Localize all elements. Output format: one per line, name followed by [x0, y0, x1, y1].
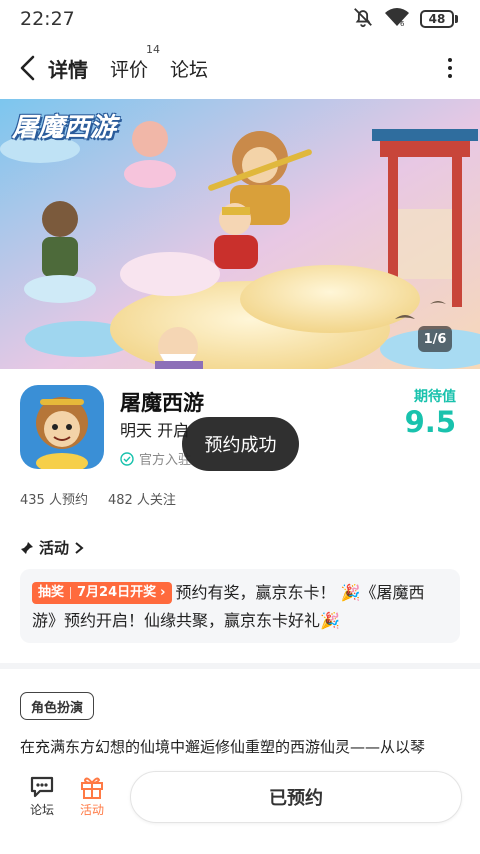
status-bar: 22:27 6 48 [0, 0, 480, 38]
bottom-forum-label: 论坛 [29, 803, 54, 817]
more-options-button[interactable] [438, 52, 462, 84]
expectation-value: 9.5 [404, 405, 456, 439]
tab-forum-label: 论坛 [170, 58, 209, 81]
banner-page-indicator: 1/6 [418, 326, 452, 352]
stats-row: 435 人预约 482 人关注 [20, 489, 176, 508]
status-time: 22:27 [20, 8, 75, 30]
genre-tag[interactable]: 角色扮演 [20, 692, 95, 720]
official-badge: 官方入驻 [120, 449, 191, 468]
tab-forum[interactable]: 论坛 [170, 55, 208, 82]
activity-header[interactable]: 活动 [20, 537, 84, 558]
expectation-score: 期待值 9.5 [405, 386, 456, 438]
expectation-label: 期待值 [414, 389, 456, 405]
tab-reviews[interactable]: 评价 14 [110, 43, 160, 82]
reservation-count: 435 人预约 [20, 493, 88, 508]
toast-message: 预约成功 [182, 417, 299, 471]
banner-carousel[interactable]: 屠魔西游 1/6 [0, 99, 480, 369]
svg-text:6: 6 [400, 20, 405, 27]
game-detail-page: 22:27 6 48 详情 评价 14 论坛 屠魔西游 1/6 屠魔西游 明天 … [0, 0, 480, 854]
follower-count: 482 人关注 [107, 493, 176, 508]
status-icons: 6 48 [352, 6, 458, 32]
bottom-activity-label: 活动 [79, 803, 104, 817]
top-nav: 详情 评价 14 论坛 [0, 38, 480, 98]
game-description: 在充满东方幻想的仙境中邂逅修仙重塑的西游仙灵——从以琴 [20, 738, 426, 756]
app-launch-time: 明天 开启 [120, 421, 190, 440]
forum-icon [20, 773, 64, 801]
lottery-date: 7月24日开奖 [77, 585, 157, 600]
battery-level: 48 [420, 10, 454, 28]
bottom-forum-button[interactable]: 论坛 [20, 773, 64, 818]
lottery-badge: 抽奖 7月24日开奖 › [32, 582, 172, 604]
bell-off-icon [352, 6, 374, 32]
app-icon [20, 385, 104, 469]
tab-reviews-label: 评价 [110, 58, 149, 81]
banner-title: 屠魔西游 [12, 113, 117, 143]
app-name: 屠魔西游 [120, 391, 204, 415]
section-divider [0, 663, 480, 669]
verified-icon [120, 451, 134, 466]
bottom-action-bar: 论坛 活动 已预约 [0, 765, 480, 854]
tab-details[interactable]: 详情 [46, 54, 90, 83]
badge-chevron-icon: › [160, 585, 166, 600]
pin-icon [21, 541, 33, 554]
activity-card[interactable]: 抽奖 7月24日开奖 › 预约有奖，赢京东卡！ 🎉《屠魔西游》预约开启！仙缘共聚… [20, 569, 460, 643]
battery-icon: 48 [420, 10, 458, 28]
chevron-left-icon [20, 55, 35, 81]
wifi-icon: 6 [384, 7, 410, 31]
tab-details-label: 详情 [48, 57, 88, 82]
bottom-activity-button[interactable]: 活动 [70, 773, 114, 818]
back-button[interactable] [18, 48, 48, 88]
reserved-button[interactable]: 已预约 [130, 771, 462, 823]
reviews-count-badge: 14 [146, 42, 161, 56]
activity-heading: 活动 [39, 539, 70, 557]
chevron-right-icon [75, 541, 84, 554]
lottery-badge-label: 抽奖 [38, 585, 65, 600]
gift-icon [70, 773, 114, 801]
